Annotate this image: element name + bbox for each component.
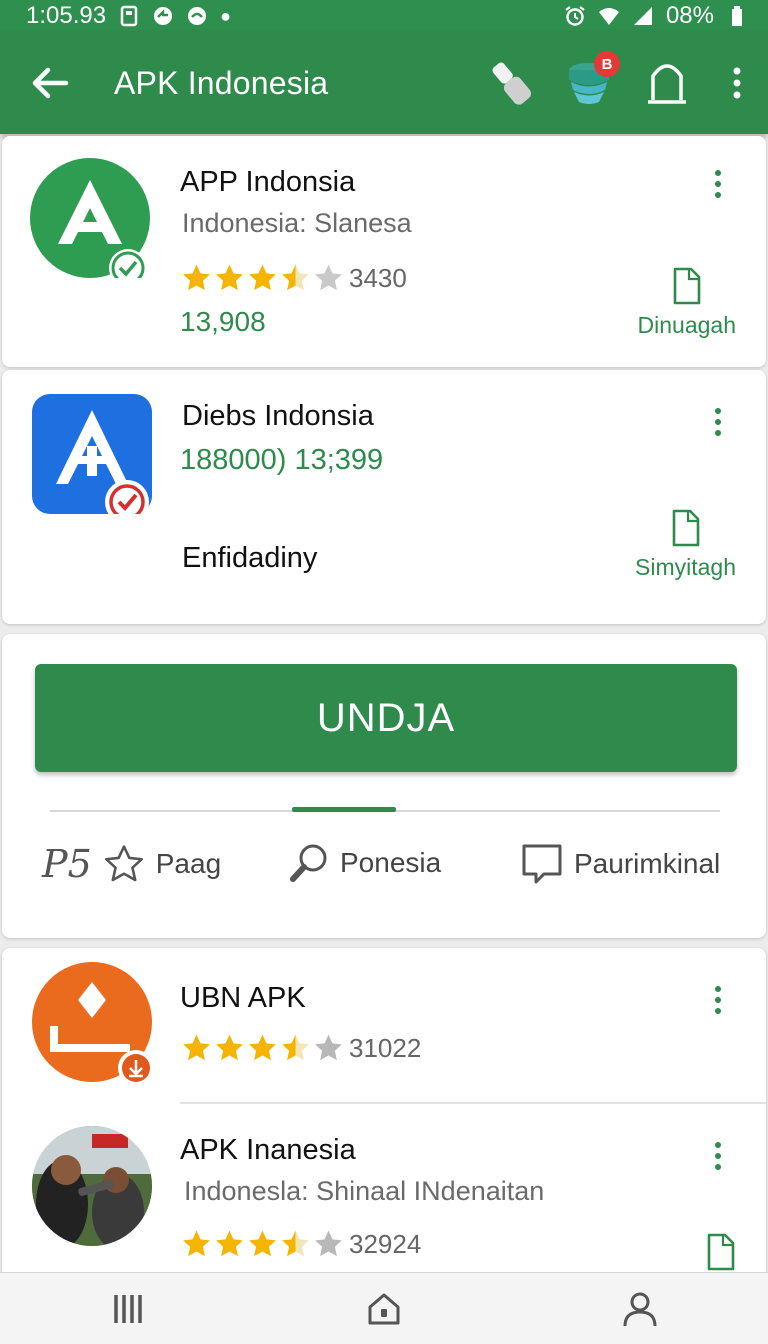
back-arrow-icon [32,67,69,99]
more-vert-icon [733,67,741,99]
status-time: 1:05.93 [26,2,107,29]
app-bar: APK Indonesia B [0,32,768,134]
star-filled-icon [249,1034,276,1061]
rating-stars: 32924 [180,1228,421,1260]
app-name: Diebs Indonsia [182,400,374,432]
app-icon [32,394,152,524]
p5-label: P5 [42,842,92,886]
app-icon [30,158,150,287]
star-filled-icon [249,264,276,291]
tab-indicator [292,807,396,812]
review-count: 3430 [349,262,407,293]
tab-ponesia[interactable]: Ponesia [288,842,441,884]
app-subtitle: Indonesia: Slanesa [182,208,412,238]
star-filled-icon [216,1034,243,1061]
status-bar: 1:05.93 ● 08% [0,0,768,32]
star-filled-icon [183,264,210,291]
app-name: APP Indonsia [180,166,356,198]
download-count: 13,908 [180,306,266,337]
home-icon [368,1293,400,1324]
more-options-button[interactable] [706,980,730,1020]
rating-stars: 3430 [180,262,407,294]
star-empty-icon [315,1230,342,1257]
star-filled-icon [216,1230,243,1257]
rating-stars: 31022 [180,1032,421,1064]
app-icon [32,962,154,1086]
bookmark-icon [522,844,562,884]
profile-button[interactable] [580,1273,700,1344]
flashlight-button[interactable] [472,33,550,133]
download-label: Dinuagah [637,312,736,338]
page-title: APK Indonesia [114,64,329,101]
app-photo [32,1126,152,1246]
sync-icon [152,5,174,27]
app-tagline: Enfidadiny [182,542,318,574]
battery-icon [726,5,748,27]
document-icon [673,267,701,305]
star-half-icon [282,1230,309,1257]
review-count: 31022 [349,1032,422,1063]
app-card-2[interactable]: Diebs Indonsia 188000) 13;399 Enfidadiny… [2,370,766,624]
download-label: Simyitagh [635,554,736,580]
star-half-icon [282,264,309,291]
tab-paurimkinal[interactable]: Paurimkinal [520,842,720,886]
tab-paag[interactable]: P5 Paag [42,842,221,886]
home-button[interactable] [324,1273,444,1344]
star-empty-icon [315,1034,342,1061]
more-options-button[interactable] [706,33,768,133]
system-nav-bar [0,1272,768,1344]
more-options-button[interactable] [706,1136,730,1176]
sim-icon [118,5,140,27]
back-button[interactable] [0,33,100,133]
app-name: UBN APK [180,982,306,1014]
notification-badge: B [594,51,620,77]
more-options-button[interactable] [706,402,730,442]
battery-percent: 08% [665,2,714,29]
dot-icon: ● [220,5,231,26]
star-filled-icon [183,1034,210,1061]
app-list-card: UBN APK 31022 APK Inanesia Indonesla: Sh… [2,948,766,1278]
arch-icon [648,64,686,104]
star-filled-icon [216,264,243,291]
install-card: UNDJA P5 Paag Ponesia Paurimkinal [2,634,766,938]
tab-label: Paag [155,848,222,879]
app-card-1[interactable]: APP Indonsia Indonesia: Slanesa 3430 13,… [2,136,766,367]
alarm-icon [564,5,586,27]
star-filled-icon [183,1230,210,1257]
flashlight-icon [492,62,531,105]
signal-icon [632,5,654,27]
tab-label: Paurimkinal [574,848,721,879]
download-action[interactable]: Dinuagah [638,266,736,339]
recents-icon [114,1294,142,1323]
download-action[interactable] [706,1232,736,1272]
document-icon [672,509,699,547]
download-action[interactable]: Simyitagh [635,508,736,581]
review-count: 32924 [349,1228,422,1259]
arch-button[interactable] [628,33,706,133]
app-name: APK Inanesia [180,1134,356,1166]
search-icon [290,844,327,882]
database-button[interactable]: B [550,33,628,133]
download-count: 188000) 13;399 [180,444,384,476]
install-button[interactable]: UNDJA [35,664,737,772]
document-icon [707,1233,735,1271]
list-item-ubn-apk[interactable]: UBN APK 31022 [2,948,766,1102]
more-options-button[interactable] [706,164,730,204]
star-empty-icon [315,264,342,291]
recents-button[interactable] [68,1273,188,1344]
wifi-icon [598,5,620,27]
star-half-icon [282,1034,309,1061]
app-subtitle: Indonesla: Shinaal INdenaitan [184,1176,545,1206]
list-item-apk-inanesia[interactable]: APK Inanesia Indonesla: Shinaal INdenait… [2,1104,766,1278]
star-filled-icon [249,1230,276,1257]
messenger-icon [186,5,208,27]
star-outline-icon [104,845,143,882]
tab-label: Ponesia [340,847,442,878]
profile-icon [623,1292,657,1326]
